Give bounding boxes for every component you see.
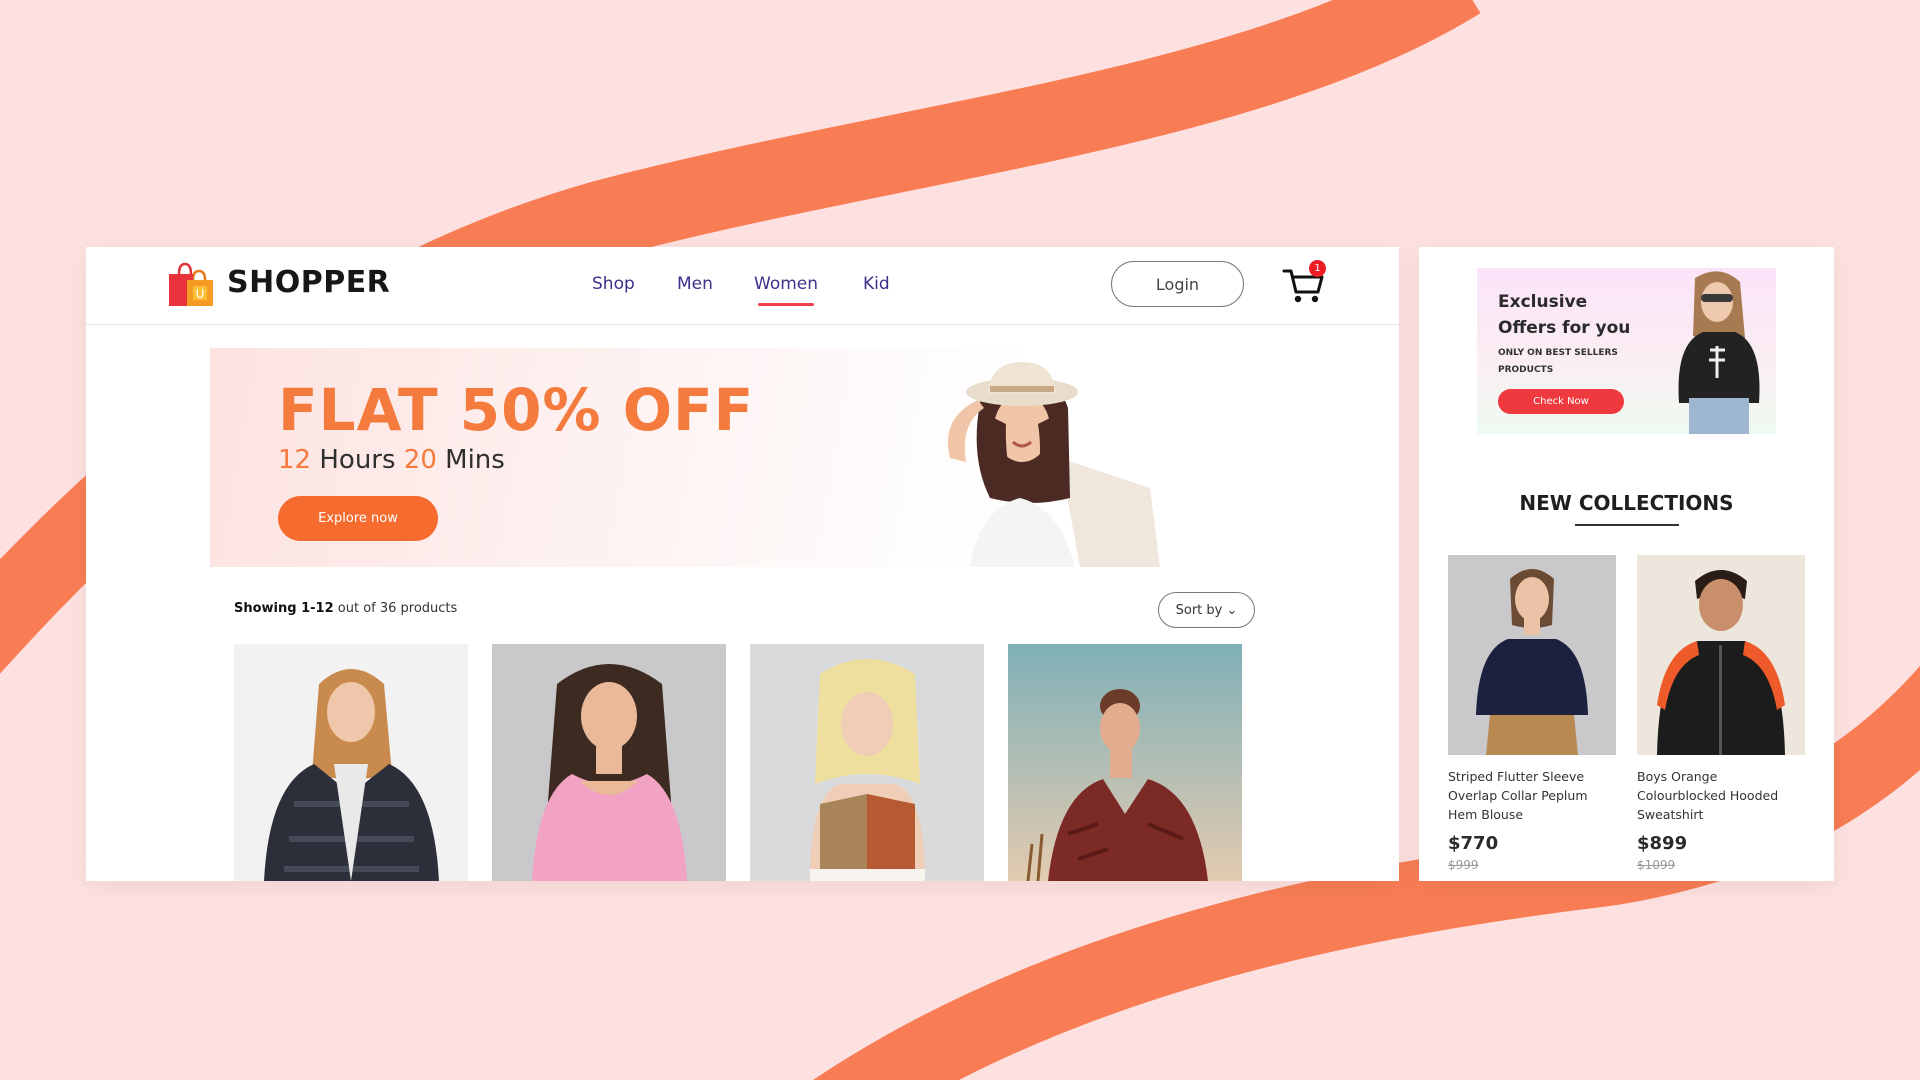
main-window: U SHOPPER Shop Men Women Kid Login 1 FLA… (86, 247, 1399, 881)
navbar: U SHOPPER Shop Men Women Kid Login 1 (86, 247, 1399, 325)
collection-item-name[interactable]: Striped Flutter Sleeve Overlap Collar Pe… (1448, 767, 1616, 824)
collection-item-old-price: $999 (1448, 858, 1479, 872)
offer-title-line1: Exclusive (1498, 292, 1588, 312)
nav-men[interactable]: Men (677, 274, 713, 294)
collection-item-price: $770 (1448, 833, 1499, 854)
product-card[interactable] (234, 644, 468, 881)
hours-value: 12 (278, 445, 312, 475)
collection-image-blouse (1448, 555, 1616, 755)
product-image-red-dress (1008, 644, 1242, 881)
offer-model-photo (1678, 271, 1760, 434)
sort-by-button[interactable]: Sort by ⌄ (1158, 592, 1255, 628)
svg-text:U: U (196, 287, 205, 301)
product-image-sports-bra (750, 644, 984, 881)
collection-card[interactable]: Striped Flutter Sleeve Overlap Collar Pe… (1448, 555, 1616, 872)
offer-title-line2: Offers for you (1498, 318, 1631, 338)
nav-shop[interactable]: Shop (592, 274, 635, 294)
cart-count-badge: 1 (1309, 260, 1326, 277)
offer-subtext: ONLY ON BEST SELLERS PRODUCTS (1498, 348, 1618, 375)
collection-card[interactable]: Boys Orange Colourblocked Hooded Sweatsh… (1637, 555, 1805, 872)
brand-name[interactable]: SHOPPER (227, 265, 390, 300)
product-card[interactable] (492, 644, 726, 881)
hero-title: FLAT 50% OFF (278, 376, 755, 444)
shopping-bags-icon[interactable]: U (165, 260, 215, 310)
mins-label: Mins (436, 445, 505, 475)
collection-item-price: $899 (1637, 833, 1688, 854)
collection-item-old-price: $1099 (1637, 858, 1676, 872)
product-card[interactable] (750, 644, 984, 881)
sort-by-label: Sort by (1175, 602, 1223, 618)
hero-timer: 12 Hours 20 Mins (278, 445, 505, 475)
showing-range: Showing 1-12 (234, 601, 334, 616)
collection-image-sweatshirt (1637, 555, 1805, 755)
new-collections-title: NEW COLLECTIONS (1519, 491, 1734, 515)
chevron-down-icon: ⌄ (1226, 602, 1238, 618)
nav-kid[interactable]: Kid (863, 274, 890, 294)
nav-women[interactable]: Women (754, 274, 818, 306)
product-count-text: Showing 1-12 out of 36 products (234, 601, 457, 616)
hours-label: Hours (311, 445, 404, 475)
collection-item-name[interactable]: Boys Orange Colourblocked Hooded Sweatsh… (1637, 767, 1805, 824)
product-card[interactable] (1008, 644, 1242, 881)
login-button[interactable]: Login (1111, 261, 1244, 307)
hero-model-photo (947, 362, 1160, 567)
title-underline (1575, 524, 1679, 526)
hero-banner: FLAT 50% OFF 12 Hours 20 Mins Explore no… (210, 348, 1272, 567)
side-panel: Exclusive Offers for you ONLY ON BEST SE… (1419, 247, 1834, 881)
check-now-button[interactable]: Check Now (1498, 389, 1624, 414)
product-image-fur-jacket (234, 644, 468, 881)
product-image-pink-top (492, 644, 726, 881)
mins-value: 20 (403, 445, 437, 475)
showing-total: out of 36 products (333, 601, 458, 616)
offer-banner: Exclusive Offers for you ONLY ON BEST SE… (1477, 268, 1776, 434)
explore-now-button[interactable]: Explore now (278, 496, 438, 541)
